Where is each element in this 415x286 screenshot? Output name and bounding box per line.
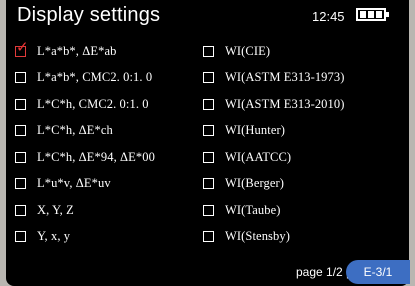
option-label: Y, x, y <box>37 229 71 244</box>
checkbox-icon[interactable] <box>203 178 214 190</box>
page-indicator: page 1/2 p <box>296 265 353 279</box>
checkbox-icon[interactable] <box>203 98 214 110</box>
option-label: WI(ASTM E313-1973) <box>225 70 345 85</box>
option-label: WI(CIE) <box>225 43 271 58</box>
option-label: X, Y, Z <box>37 202 74 217</box>
option-label: L*C*h, ΔE*ch <box>37 123 113 138</box>
checkbox-icon[interactable] <box>15 125 26 137</box>
option-wi-taube[interactable]: WI(Taube) <box>203 197 345 224</box>
checkbox-icon[interactable] <box>203 231 214 243</box>
checkbox-icon[interactable] <box>203 72 214 84</box>
option-wi-stensby[interactable]: WI(Stensby) <box>203 224 345 251</box>
page-title: Display settings <box>17 4 161 26</box>
option-lab-cmc[interactable]: L*a*b*, CMC2. 0:1. 0 <box>15 65 155 92</box>
checkbox-icon[interactable] <box>15 98 26 110</box>
option-lch-delta-e-94-00[interactable]: L*C*h, ΔE*94, ΔE*00 <box>15 144 155 171</box>
left-option-list: ✓ L*a*b*, ΔE*ab L*a*b*, CMC2. 0:1. 0 L*C… <box>15 38 155 250</box>
screen-code-badge: E-3/1 <box>346 260 410 284</box>
header-bar: Display settings 12:45 <box>6 0 409 34</box>
battery-full-icon <box>356 8 386 21</box>
checkbox-icon[interactable] <box>203 151 214 163</box>
option-label: WI(Hunter) <box>225 123 285 138</box>
checkbox-icon[interactable] <box>203 45 214 57</box>
checkbox-icon[interactable] <box>15 72 26 84</box>
option-yxy[interactable]: Y, x, y <box>15 224 155 251</box>
option-label: L*C*h, CMC2. 0:1. 0 <box>37 96 149 111</box>
checkbox-icon[interactable] <box>203 204 214 216</box>
option-label: WI(ASTM E313-2010) <box>225 96 345 111</box>
checkbox-checked-icon[interactable]: ✓ <box>15 39 29 57</box>
checkbox-icon[interactable] <box>203 125 214 137</box>
option-wi-astm-1973[interactable]: WI(ASTM E313-1973) <box>203 65 345 92</box>
option-label: L*u*v, ΔE*uv <box>37 176 111 191</box>
option-lch-delta-e-ch[interactable]: L*C*h, ΔE*ch <box>15 118 155 145</box>
page-number: page 1/2 <box>296 265 343 279</box>
option-wi-cie[interactable]: WI(CIE) <box>203 38 345 65</box>
option-label: WI(Taube) <box>225 202 281 217</box>
right-option-list: WI(CIE) WI(ASTM E313-1973) WI(ASTM E313-… <box>203 38 345 250</box>
checkbox-icon[interactable] <box>15 231 26 243</box>
option-label: L*a*b*, ΔE*ab <box>37 43 117 58</box>
checkbox-icon[interactable] <box>15 178 26 190</box>
option-label: WI(AATCC) <box>225 149 292 164</box>
checkmark-icon: ✓ <box>16 37 29 56</box>
clock-time: 12:45 <box>312 9 345 24</box>
checkbox-icon[interactable] <box>15 151 26 163</box>
checkbox-icon[interactable] <box>15 204 26 216</box>
option-luv-delta-e-uv[interactable]: L*u*v, ΔE*uv <box>15 171 155 198</box>
option-label: WI(Stensby) <box>225 229 290 244</box>
option-wi-aatcc[interactable]: WI(AATCC) <box>203 144 345 171</box>
option-label: WI(Berger) <box>225 176 285 191</box>
option-lch-cmc[interactable]: L*C*h, CMC2. 0:1. 0 <box>15 91 155 118</box>
device-screen: Display settings 12:45 ✓ L*a*b*, ΔE*ab L… <box>6 0 409 286</box>
option-wi-berger[interactable]: WI(Berger) <box>203 171 345 198</box>
option-wi-hunter[interactable]: WI(Hunter) <box>203 118 345 145</box>
option-wi-astm-2010[interactable]: WI(ASTM E313-2010) <box>203 91 345 118</box>
option-label: L*C*h, ΔE*94, ΔE*00 <box>37 149 155 164</box>
option-lab-delta-e-ab[interactable]: ✓ L*a*b*, ΔE*ab <box>15 38 155 65</box>
option-xyz[interactable]: X, Y, Z <box>15 197 155 224</box>
battery-tip <box>386 12 389 17</box>
option-label: L*a*b*, CMC2. 0:1. 0 <box>37 70 153 85</box>
